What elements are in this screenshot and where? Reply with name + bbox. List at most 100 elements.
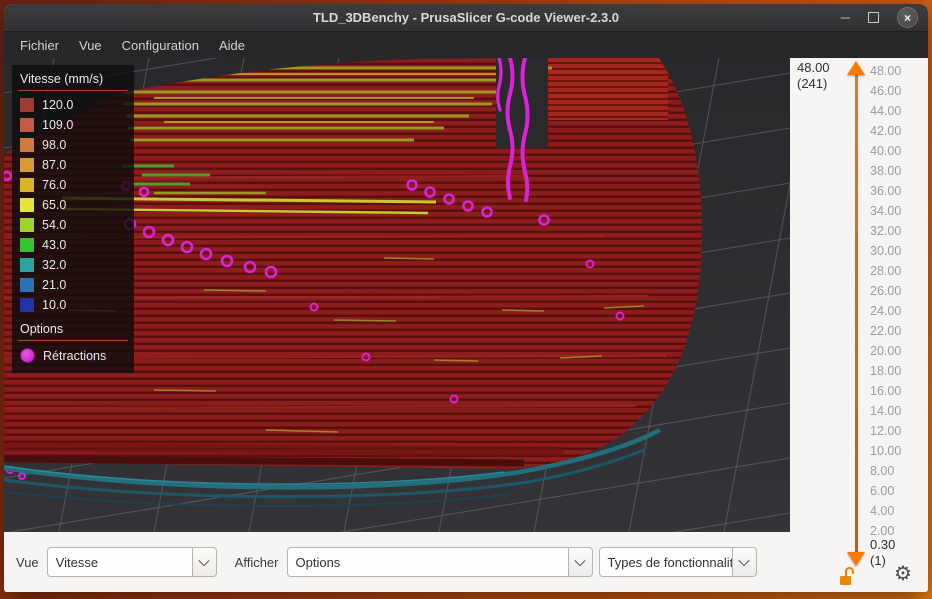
layer-tick-label: 32.00 [870, 224, 902, 238]
layer-tick-label: 40.00 [870, 144, 902, 158]
legend-item: 120.0 [18, 95, 128, 115]
chevron-down-icon [574, 554, 586, 567]
layer-tick-label: 24.00 [870, 304, 902, 318]
restore-button[interactable] [868, 12, 879, 23]
retraction-icon [20, 348, 35, 363]
legend-item: 32.0 [18, 255, 128, 275]
view-label: Vue [16, 554, 39, 570]
layer-tick-label: 44.00 [870, 104, 902, 118]
layer-bottom-count: (1) [870, 553, 886, 568]
speed-value: 87.0 [42, 158, 67, 172]
retractions-label: Rétractions [43, 348, 107, 363]
view-combobox-arrow[interactable] [192, 547, 217, 577]
layer-tick-label: 22.00 [870, 324, 902, 338]
layer-tick-label: 14.00 [870, 404, 902, 418]
show-label: Afficher [234, 554, 279, 570]
layer-top-count: (241) [797, 76, 828, 91]
legend-item: 10.0 [18, 295, 128, 315]
legend-retractions-row: Rétractions [18, 345, 128, 366]
layer-tick-label: 34.00 [870, 204, 902, 218]
layer-tick-label: 42.00 [870, 124, 902, 138]
speed-value: 109.0 [42, 118, 74, 132]
layer-slider-handle-top[interactable] [847, 61, 865, 75]
layer-tick-label: 4.00 [870, 504, 895, 518]
layer-bottom-value: 0.30 [870, 537, 896, 552]
legend-separator [18, 340, 128, 341]
minimize-button[interactable]: ─ [841, 11, 850, 24]
close-button[interactable]: × [897, 7, 918, 28]
layer-tick-label: 6.00 [870, 484, 895, 498]
speed-value: 54.0 [42, 218, 67, 232]
layer-tick-label: 28.00 [870, 264, 902, 278]
speed-value: 76.0 [42, 178, 67, 192]
legend-item: 21.0 [18, 275, 128, 295]
legend-item: 54.0 [18, 215, 128, 235]
title-bar[interactable]: TLD_3DBenchy - PrusaSlicer G-code Viewer… [4, 4, 928, 32]
layer-slider-handle-bottom[interactable] [847, 552, 865, 566]
show-combobox[interactable]: Options [286, 547, 593, 577]
layer-slider-panel: 48.00 (241) 48.00 46.00 44.00 42.00 40.00 38.… [790, 58, 928, 592]
speed-color-swatch [20, 238, 34, 252]
layer-tick-label: 26.00 [870, 284, 902, 298]
menu-bar: Fichier Vue Configuration Aide [4, 32, 928, 59]
menu-item-fichier[interactable]: Fichier [10, 33, 69, 58]
layer-slider-bottom-label: 0.30 (1) [870, 537, 895, 569]
layer-tick-label: 20.00 [870, 344, 902, 358]
speed-value: 43.0 [42, 238, 67, 252]
legend-item: 87.0 [18, 155, 128, 175]
layer-slider-track[interactable] [855, 74, 858, 552]
window-controls: ─ × [841, 4, 918, 31]
speed-value: 10.0 [42, 298, 67, 312]
layer-top-value: 48.00 [797, 60, 830, 75]
legend-options-title: Options [20, 322, 64, 336]
layer-tick-label: 18.00 [870, 364, 902, 378]
legend-separator [18, 90, 128, 91]
menu-item-aide[interactable]: Aide [209, 33, 255, 58]
legend-item: 109.0 [18, 115, 128, 135]
speed-color-swatch [20, 118, 34, 132]
feature-type-combobox-value[interactable]: Types de fonctionnalit [598, 547, 733, 577]
layer-slider-top-label: 48.00 (241) [797, 60, 830, 92]
layer-tick-label: 36.00 [870, 184, 902, 198]
legend-panel: Vitesse (mm/s) 120.0 109.0 98.0 87.0 76.0 65.… [12, 65, 134, 373]
layer-tick-label: 16.00 [870, 384, 902, 398]
speed-value: 32.0 [42, 258, 67, 272]
layer-tick-label: 46.00 [870, 84, 902, 98]
layer-tick-label: 10.00 [870, 444, 902, 458]
layer-tick-label: 8.00 [870, 464, 895, 478]
speed-value: 21.0 [42, 278, 67, 292]
speed-color-swatch [20, 98, 34, 112]
viewport: Vitesse (mm/s) 120.0 109.0 98.0 87.0 76.0 65.… [4, 58, 790, 532]
layer-tick-label: 38.00 [870, 164, 902, 178]
speed-color-swatch [20, 178, 34, 192]
legend-title: Vitesse (mm/s) [20, 72, 104, 86]
speed-color-swatch [20, 138, 34, 152]
app-window: TLD_3DBenchy - PrusaSlicer G-code Viewer… [4, 4, 928, 592]
show-combobox-arrow[interactable] [568, 547, 593, 577]
speed-value: 98.0 [42, 138, 67, 152]
menu-item-vue[interactable]: Vue [69, 33, 112, 58]
settings-gear-icon[interactable]: ⚙ [894, 564, 912, 584]
speed-color-swatch [20, 298, 34, 312]
lock-open-icon[interactable] [838, 566, 856, 586]
speed-color-swatch [20, 198, 34, 212]
legend-item: 98.0 [18, 135, 128, 155]
show-combobox-value[interactable]: Options [286, 547, 569, 577]
view-combobox-value[interactable]: Vitesse [46, 547, 193, 577]
legend-items: 120.0 109.0 98.0 87.0 76.0 65.0 54.0 43.0 32.0 21… [18, 95, 128, 315]
speed-color-swatch [20, 278, 34, 292]
bottom-toolbar: Vue Vitesse Afficher Options Types de fo… [4, 532, 790, 592]
menu-item-configuration[interactable]: Configuration [112, 33, 209, 58]
feature-type-combobox[interactable]: Types de fonctionnalit [598, 547, 757, 577]
speed-value: 65.0 [42, 198, 67, 212]
legend-item: 65.0 [18, 195, 128, 215]
view-combobox[interactable]: Vitesse [46, 547, 217, 577]
window-title: TLD_3DBenchy - PrusaSlicer G-code Viewer… [312, 10, 620, 25]
layer-tick-label: 30.00 [870, 244, 902, 258]
layer-tick-label: 12.00 [870, 424, 902, 438]
legend-item: 43.0 [18, 235, 128, 255]
speed-color-swatch [20, 158, 34, 172]
feature-type-combobox-arrow[interactable] [732, 547, 757, 577]
chevron-down-icon [738, 554, 750, 567]
speed-color-swatch [20, 218, 34, 232]
